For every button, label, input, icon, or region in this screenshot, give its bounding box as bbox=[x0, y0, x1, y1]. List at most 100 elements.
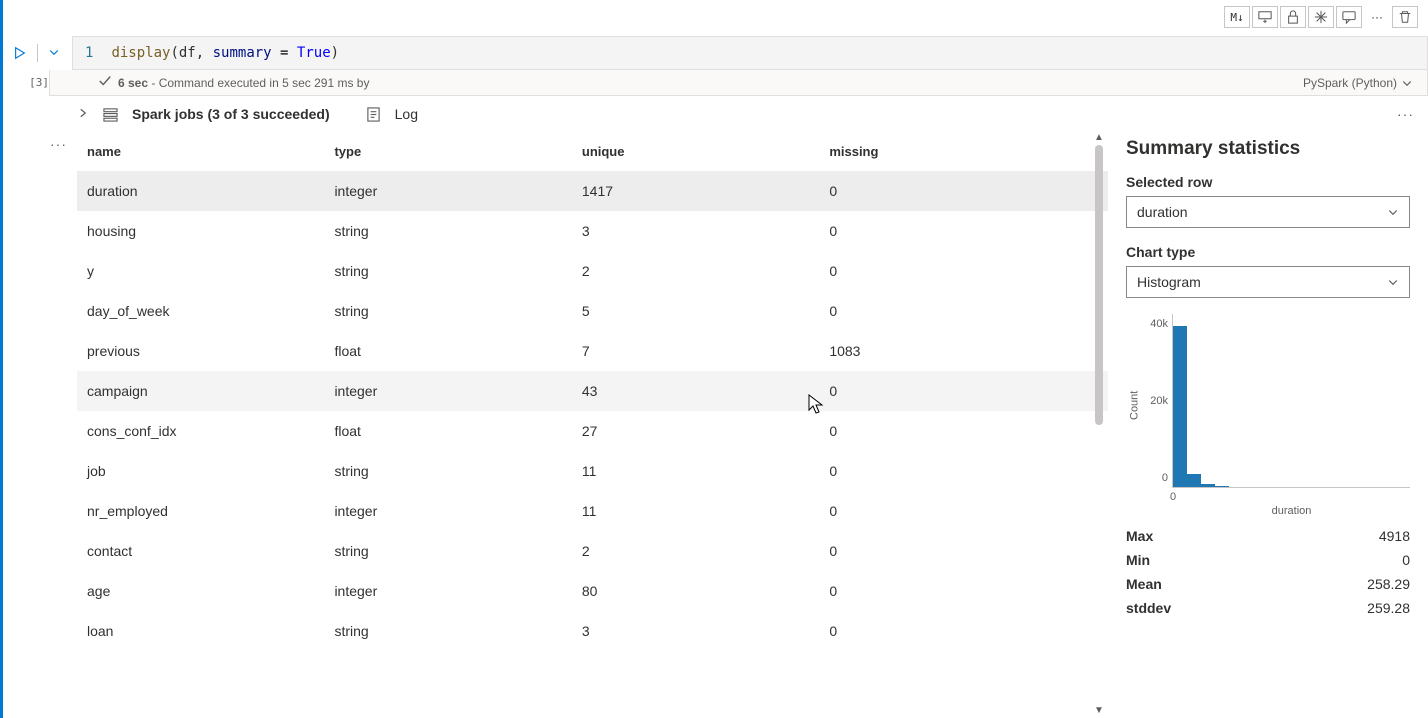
more-actions-button[interactable]: ··· bbox=[1364, 6, 1390, 28]
table-cell: 80 bbox=[572, 571, 819, 611]
markdown-toggle-button[interactable]: M↓ bbox=[1224, 6, 1250, 28]
table-cell: 0 bbox=[819, 211, 1108, 251]
table-row[interactable]: ystring20 bbox=[77, 251, 1108, 291]
table-cell: 0 bbox=[819, 171, 1108, 211]
chart-type-dropdown[interactable]: Histogram bbox=[1126, 266, 1410, 298]
ellipsis-icon: ··· bbox=[1371, 10, 1383, 24]
scroll-down-button[interactable]: ▼ bbox=[1094, 705, 1104, 716]
table-cell: integer bbox=[324, 491, 571, 531]
histogram-bar bbox=[1173, 326, 1187, 488]
chevron-down-icon bbox=[48, 46, 60, 58]
summary-statistics-panel: Summary statistics Selected row duration… bbox=[1108, 132, 1428, 718]
table-cell: 5 bbox=[572, 291, 819, 331]
histogram-chart: 40k 20k 0 Count 0 duration duration bbox=[1126, 314, 1410, 514]
table-cell: string bbox=[324, 451, 571, 491]
comment-button[interactable] bbox=[1336, 6, 1362, 28]
ytick: 0 bbox=[1162, 472, 1168, 484]
table-cell: 7 bbox=[572, 331, 819, 371]
table-cell: integer bbox=[324, 171, 571, 211]
check-icon bbox=[98, 74, 112, 91]
output-options-button[interactable]: ··· bbox=[50, 136, 67, 152]
scrollbar-thumb[interactable] bbox=[1095, 145, 1103, 425]
table-cell: housing bbox=[77, 211, 324, 251]
stat-row: Min 0 bbox=[1126, 548, 1410, 572]
table-cell: 0 bbox=[819, 491, 1108, 531]
table-cell: 1083 bbox=[819, 331, 1108, 371]
table-row[interactable]: contactstring20 bbox=[77, 531, 1108, 571]
divider bbox=[37, 44, 38, 62]
output-more-button[interactable]: ··· bbox=[1397, 106, 1414, 122]
table-cell: 0 bbox=[819, 291, 1108, 331]
column-header[interactable]: unique bbox=[572, 132, 819, 171]
cell-toolbar: M↓ ··· bbox=[9, 0, 1428, 32]
xtick: 0 bbox=[1170, 491, 1176, 503]
table-row[interactable]: ageinteger800 bbox=[77, 571, 1108, 611]
table-cell: campaign bbox=[77, 371, 324, 411]
table-row[interactable]: housingstring30 bbox=[77, 211, 1108, 251]
table-cell: integer bbox=[324, 571, 571, 611]
table-cell: string bbox=[324, 291, 571, 331]
code-cell: 1 display(df, summary = True) bbox=[9, 32, 1428, 70]
table-cell: 3 bbox=[572, 611, 819, 651]
table-cell: string bbox=[324, 611, 571, 651]
chevron-down-icon bbox=[1387, 276, 1399, 288]
stat-value: 258.29 bbox=[1367, 576, 1410, 592]
scroll-up-button[interactable]: ▲ bbox=[1094, 132, 1104, 143]
table-cell: 0 bbox=[819, 371, 1108, 411]
column-header[interactable]: name bbox=[77, 132, 324, 171]
table-cell: 2 bbox=[572, 531, 819, 571]
chevron-down-icon bbox=[1387, 206, 1399, 218]
log-link[interactable]: Log bbox=[395, 106, 418, 122]
table-cell: duration bbox=[77, 171, 324, 211]
stat-value: 0 bbox=[1402, 552, 1410, 568]
table-cell: 0 bbox=[819, 451, 1108, 491]
column-header[interactable]: missing bbox=[819, 132, 1108, 171]
table-cell: 11 bbox=[572, 491, 819, 531]
play-icon bbox=[13, 46, 27, 60]
table-cell: float bbox=[324, 331, 571, 371]
run-options-button[interactable] bbox=[48, 46, 62, 60]
spark-jobs-icon bbox=[103, 107, 118, 122]
table-row[interactable]: day_of_weekstring50 bbox=[77, 291, 1108, 331]
add-cell-below-button[interactable] bbox=[1252, 6, 1278, 28]
chevron-right-icon bbox=[77, 107, 89, 119]
table-cell: day_of_week bbox=[77, 291, 324, 331]
column-header[interactable]: type bbox=[324, 132, 571, 171]
stat-label: Min bbox=[1126, 552, 1150, 568]
table-row[interactable]: cons_conf_idxfloat270 bbox=[77, 411, 1108, 451]
table-cell: integer bbox=[324, 371, 571, 411]
table-cell: 3 bbox=[572, 211, 819, 251]
table-row[interactable]: nr_employedinteger110 bbox=[77, 491, 1108, 531]
table-row[interactable]: jobstring110 bbox=[77, 451, 1108, 491]
histogram-bar bbox=[1201, 484, 1215, 487]
table-cell: age bbox=[77, 571, 324, 611]
table-cell: 0 bbox=[819, 411, 1108, 451]
stat-row: Mean258.29 bbox=[1126, 572, 1410, 596]
y-axis-label: Count bbox=[1129, 391, 1141, 420]
lock-button[interactable] bbox=[1280, 6, 1306, 28]
stat-value: 259.28 bbox=[1367, 600, 1410, 616]
delete-cell-button[interactable] bbox=[1392, 6, 1418, 28]
table-row[interactable]: durationinteger14170 bbox=[77, 171, 1108, 211]
table-cell: 27 bbox=[572, 411, 819, 451]
table-cell: 0 bbox=[819, 531, 1108, 571]
table-cell: previous bbox=[77, 331, 324, 371]
log-icon bbox=[366, 107, 381, 122]
table-cell: 11 bbox=[572, 451, 819, 491]
table-row[interactable]: campaigninteger430 bbox=[77, 371, 1108, 411]
stat-value: 4918 bbox=[1379, 528, 1410, 544]
spark-jobs-label[interactable]: Spark jobs (3 of 3 succeeded) bbox=[132, 106, 330, 122]
ytick: 20k bbox=[1150, 395, 1168, 407]
comment-icon bbox=[1342, 10, 1356, 24]
freeze-button[interactable] bbox=[1308, 6, 1334, 28]
table-cell: string bbox=[324, 211, 571, 251]
table-row[interactable]: loanstring30 bbox=[77, 611, 1108, 651]
code-editor[interactable]: 1 display(df, summary = True) bbox=[72, 36, 1428, 70]
table-row[interactable]: previousfloat71083 bbox=[77, 331, 1108, 371]
run-cell-button[interactable] bbox=[13, 46, 27, 60]
expand-jobs-button[interactable] bbox=[77, 107, 89, 122]
line-number: 1 bbox=[85, 45, 93, 61]
lock-icon bbox=[1286, 10, 1300, 24]
selected-row-dropdown[interactable]: duration bbox=[1126, 196, 1410, 228]
language-selector[interactable]: PySpark (Python) bbox=[1303, 76, 1413, 90]
